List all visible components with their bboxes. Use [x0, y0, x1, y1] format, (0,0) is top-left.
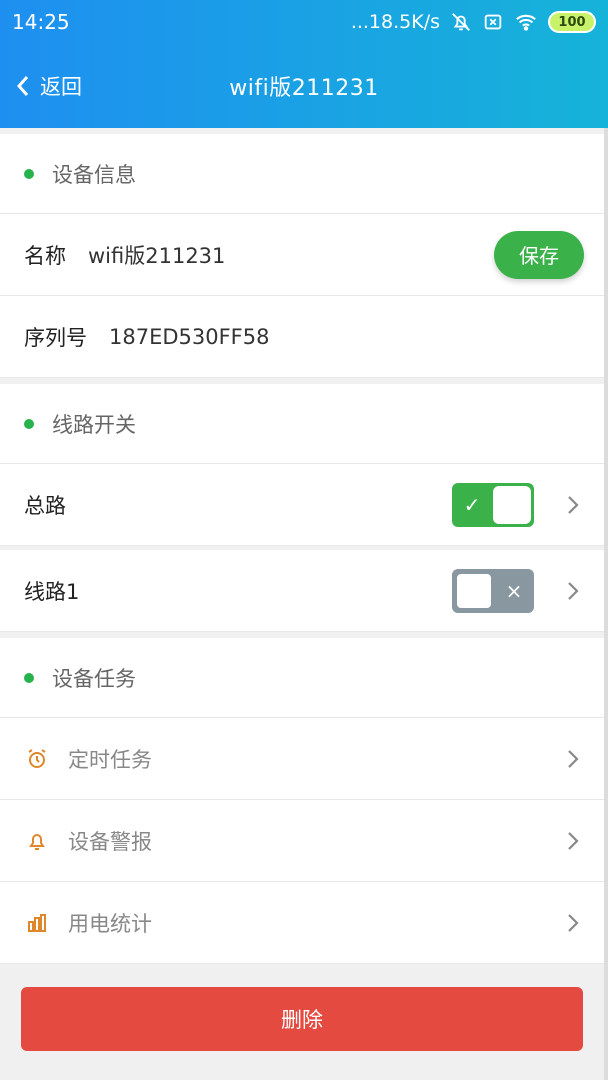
- back-label: 返回: [40, 75, 82, 99]
- section-dot: [24, 168, 34, 179]
- page-title: wifi版211231: [229, 76, 379, 101]
- section-dot: [24, 672, 34, 683]
- device-name-row: 名称 wifi版211231 保存: [0, 214, 604, 296]
- network-speed: ...18.5K/s: [350, 11, 440, 33]
- device-name-value[interactable]: wifi版211231: [88, 240, 225, 270]
- status-right: ...18.5K/s 100: [351, 11, 596, 33]
- switch-label: 线路1: [24, 579, 80, 604]
- section-device-info: 设备信息: [0, 134, 604, 214]
- check-icon: ✓: [463, 492, 481, 517]
- section-device-tasks: 设备任务: [0, 638, 604, 718]
- main-toggle[interactable]: ✓: [452, 482, 534, 527]
- task-item-stats[interactable]: 用电统计: [0, 882, 604, 964]
- line1-toggle[interactable]: ×: [452, 568, 534, 613]
- task-item-alarm[interactable]: 设备警报: [0, 800, 604, 882]
- switch-row-main[interactable]: 总路 ✓: [0, 464, 604, 546]
- switch-label: 总路: [24, 493, 66, 518]
- header: 14:25 ...18.5K/s 100 返回 wifi版211231: [0, 0, 608, 128]
- save-button[interactable]: 保存: [494, 230, 584, 279]
- chevron-right-icon: [562, 580, 584, 602]
- chevron-left-icon: [16, 74, 30, 98]
- section-title-label: 线路开关: [52, 412, 136, 437]
- task-label: 设备警报: [68, 829, 152, 854]
- wifi-icon: [514, 11, 538, 33]
- toggle-knob: [493, 485, 531, 524]
- section-title-label: 设备任务: [52, 666, 136, 691]
- alarm-clock-icon: [24, 746, 50, 772]
- sim-off-icon: [482, 11, 504, 33]
- serial-value: 187ED530FF58: [109, 324, 270, 349]
- switch-row-line1[interactable]: 线路1 ×: [0, 550, 604, 632]
- delete-wrap: 删除: [0, 964, 604, 1074]
- serial-label: 序列号: [24, 325, 87, 350]
- scrollbar[interactable]: [604, 128, 608, 1080]
- section-dot: [24, 418, 34, 429]
- mute-icon: [450, 11, 472, 33]
- section-title-label: 设备信息: [52, 162, 136, 187]
- chevron-right-icon: [562, 912, 584, 934]
- close-icon: ×: [505, 578, 523, 603]
- bell-icon: [24, 828, 50, 854]
- chevron-right-icon: [562, 830, 584, 852]
- status-time: 14:25: [12, 10, 70, 34]
- name-label: 名称: [24, 243, 66, 268]
- chevron-right-icon: [562, 748, 584, 770]
- chevron-right-icon: [562, 494, 584, 516]
- battery-icon: 100: [548, 11, 596, 33]
- task-label: 定时任务: [68, 747, 152, 772]
- content: 设备信息 名称 wifi版211231 保存 序列号 187ED530FF58 …: [0, 128, 604, 1074]
- task-label: 用电统计: [68, 911, 152, 936]
- status-bar: 14:25 ...18.5K/s 100: [0, 0, 608, 44]
- section-circuit-switch: 线路开关: [0, 384, 604, 464]
- app-screen: 14:25 ...18.5K/s 100 返回 wifi版211231 设备信息…: [0, 0, 608, 1080]
- task-item-timer[interactable]: 定时任务: [0, 718, 604, 800]
- serial-row: 序列号 187ED530FF58: [0, 296, 604, 378]
- navbar: 返回 wifi版211231: [0, 44, 608, 128]
- delete-button[interactable]: 删除: [21, 987, 583, 1051]
- back-button[interactable]: 返回: [16, 66, 82, 106]
- toggle-knob: [455, 571, 493, 610]
- bar-chart-icon: [24, 910, 50, 936]
